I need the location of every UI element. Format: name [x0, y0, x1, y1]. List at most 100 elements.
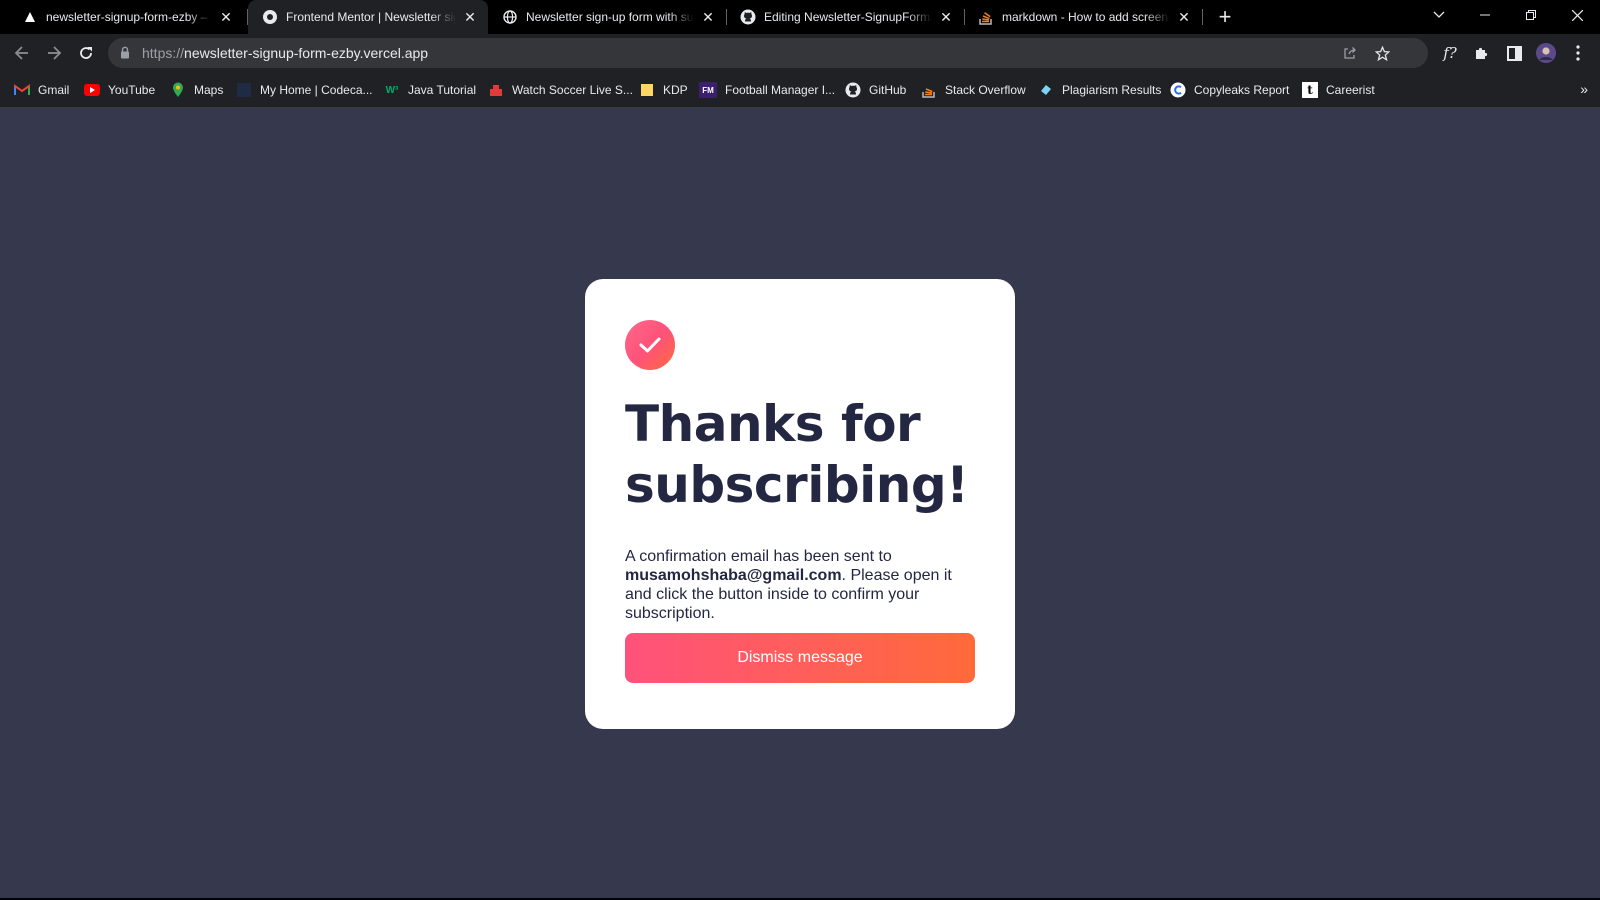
bookmark-maps[interactable]: Maps [170, 81, 223, 99]
lock-icon[interactable] [120, 46, 130, 64]
success-check-icon [625, 320, 675, 370]
bookmark-stackoverflow[interactable]: Stack Overflow [921, 81, 1026, 99]
confirmation-email: musamohshaba@gmail.com [625, 567, 842, 584]
bookmark-label: Maps [194, 83, 224, 97]
bookmarks-overflow-button[interactable]: » [1580, 81, 1588, 97]
url-scheme: https:// [142, 45, 185, 61]
tab-title: newsletter-signup-form-ezby – Overview [46, 10, 212, 24]
formula-extension-button[interactable]: f? [1438, 41, 1462, 65]
success-title-line1: Thanks for [625, 395, 921, 453]
frontend-mentor-icon [262, 9, 278, 25]
formula-icon: f? [1443, 44, 1457, 62]
bookmark-label: Careerist [1326, 83, 1375, 97]
minimize-button[interactable] [1462, 0, 1508, 30]
success-title: Thanks for subscribing! [625, 394, 985, 516]
close-icon[interactable]: ✕ [462, 9, 478, 25]
bookmark-copyleaks[interactable]: Copyleaks Report [1170, 81, 1289, 99]
bookmark-label: KDP [663, 83, 688, 97]
url-text[interactable]: https://newsletter-signup-form-ezby.verc… [142, 45, 428, 61]
bookmark-label: My Home | Codeca... [260, 83, 373, 97]
chevron-down-icon [1433, 11, 1445, 18]
w3-icon: W³ [385, 84, 399, 96]
tab-title: markdown - How to add screenshot [1002, 10, 1170, 24]
folder-icon [639, 82, 655, 98]
bookmark-kdp[interactable]: KDP [639, 81, 688, 99]
bookmark-label: Java Tutorial [408, 83, 477, 97]
tab-vercel-overview[interactable]: newsletter-signup-form-ezby – Overview ✕ [8, 0, 244, 34]
copyleaks-icon [1170, 82, 1186, 98]
close-icon[interactable]: ✕ [938, 9, 954, 25]
confirmation-message: A confirmation email has been sent to mu… [625, 547, 975, 623]
stackoverflow-icon [921, 82, 937, 98]
bookmark-careerist[interactable]: t Careerist [1302, 81, 1375, 99]
arrow-right-icon [48, 46, 62, 60]
share-button[interactable] [1340, 43, 1360, 63]
profile-button[interactable] [1534, 41, 1558, 65]
message-text-before: A confirmation email has been sent to [625, 548, 892, 565]
close-icon[interactable]: ✕ [218, 9, 234, 25]
bookmark-java-tutorial[interactable]: W³ Java Tutorial [384, 81, 476, 99]
restore-icon [1526, 10, 1536, 20]
gmail-icon [14, 82, 30, 98]
bookmark-label: Copyleaks Report [1194, 83, 1290, 97]
soccer-icon [488, 82, 504, 98]
close-icon [1571, 9, 1583, 21]
bookmark-football-manager[interactable]: FM Football Manager I... [699, 81, 835, 99]
dismiss-message-button[interactable]: Dismiss message [625, 633, 975, 683]
reload-button[interactable] [72, 39, 100, 67]
close-icon[interactable]: ✕ [1176, 9, 1192, 25]
stackoverflow-icon [978, 9, 994, 25]
more-vertical-icon [1576, 45, 1580, 61]
close-icon[interactable]: ✕ [700, 9, 716, 25]
globe-icon [502, 9, 518, 25]
browser-menu-button[interactable] [1566, 41, 1590, 65]
back-button[interactable] [8, 39, 36, 67]
tab-github-editing[interactable]: Editing Newsletter-SignupForm/README.md … [726, 0, 964, 34]
minimize-icon [1480, 14, 1490, 16]
tab-title: Editing Newsletter-SignupForm/README.md [764, 10, 932, 24]
bookmark-codecademy[interactable]: My Home | Codeca... [236, 81, 373, 99]
vercel-triangle-icon [22, 9, 38, 25]
tab-separator [1202, 9, 1203, 25]
bookmark-gmail[interactable]: Gmail [14, 81, 69, 99]
bookmark-youtube[interactable]: YouTube [84, 81, 155, 99]
tab-strip: newsletter-signup-form-ezby – Overview ✕… [0, 0, 1600, 34]
tab-frontend-mentor[interactable]: Frontend Mentor | Newsletter sign-up for… [248, 0, 488, 34]
side-panel-button[interactable] [1502, 41, 1526, 65]
tab-newsletter-success[interactable]: Newsletter sign-up form with success mes… [488, 0, 726, 34]
share-icon [1344, 47, 1356, 59]
bookmark-label: Watch Soccer Live S... [512, 83, 633, 97]
bookmark-label: YouTube [108, 83, 156, 97]
bookmark-soccer[interactable]: Watch Soccer Live S... [488, 81, 633, 99]
bookmark-label: GitHub [869, 83, 907, 97]
bookmark-label: Gmail [38, 83, 70, 97]
address-bar[interactable]: https://newsletter-signup-form-ezby.verc… [108, 38, 1428, 68]
forward-button[interactable] [40, 39, 68, 67]
bookmarks-bar: Gmail YouTube Maps My Home | Codeca... W… [0, 72, 1600, 108]
new-tab-button[interactable]: + [1213, 5, 1237, 29]
restore-button[interactable] [1508, 0, 1554, 30]
github-icon [845, 82, 861, 98]
bookmark-github[interactable]: GitHub [845, 81, 906, 99]
bookmark-plagiarism[interactable]: Plagiarism Results [1038, 81, 1161, 99]
github-icon [740, 9, 756, 25]
reload-icon [80, 47, 92, 59]
success-title-line2: subscribing! [625, 456, 969, 514]
tab-stackoverflow[interactable]: markdown - How to add screenshot ✕ [964, 0, 1202, 34]
side-panel-icon [1506, 45, 1522, 61]
puzzle-icon [1476, 47, 1488, 59]
bookmark-star-button[interactable] [1372, 43, 1392, 63]
codecademy-icon [236, 82, 252, 98]
tab-title: Newsletter sign-up form with success mes… [526, 10, 694, 24]
plagiarism-icon [1038, 82, 1054, 98]
tab-title: Frontend Mentor | Newsletter sign-up for… [286, 10, 456, 24]
maps-icon [170, 82, 186, 98]
browser-toolbar: https://newsletter-signup-form-ezby.verc… [0, 34, 1600, 72]
url-host: newsletter-signup-form-ezby.vercel.app [184, 45, 429, 61]
page-viewport: Thanks for subscribing! A confirmation e… [0, 108, 1600, 900]
arrow-left-icon [14, 46, 28, 60]
extensions-button[interactable] [1470, 41, 1494, 65]
tab-search-button[interactable] [1416, 0, 1462, 30]
star-icon [1374, 45, 1390, 61]
window-close-button[interactable] [1554, 0, 1600, 30]
